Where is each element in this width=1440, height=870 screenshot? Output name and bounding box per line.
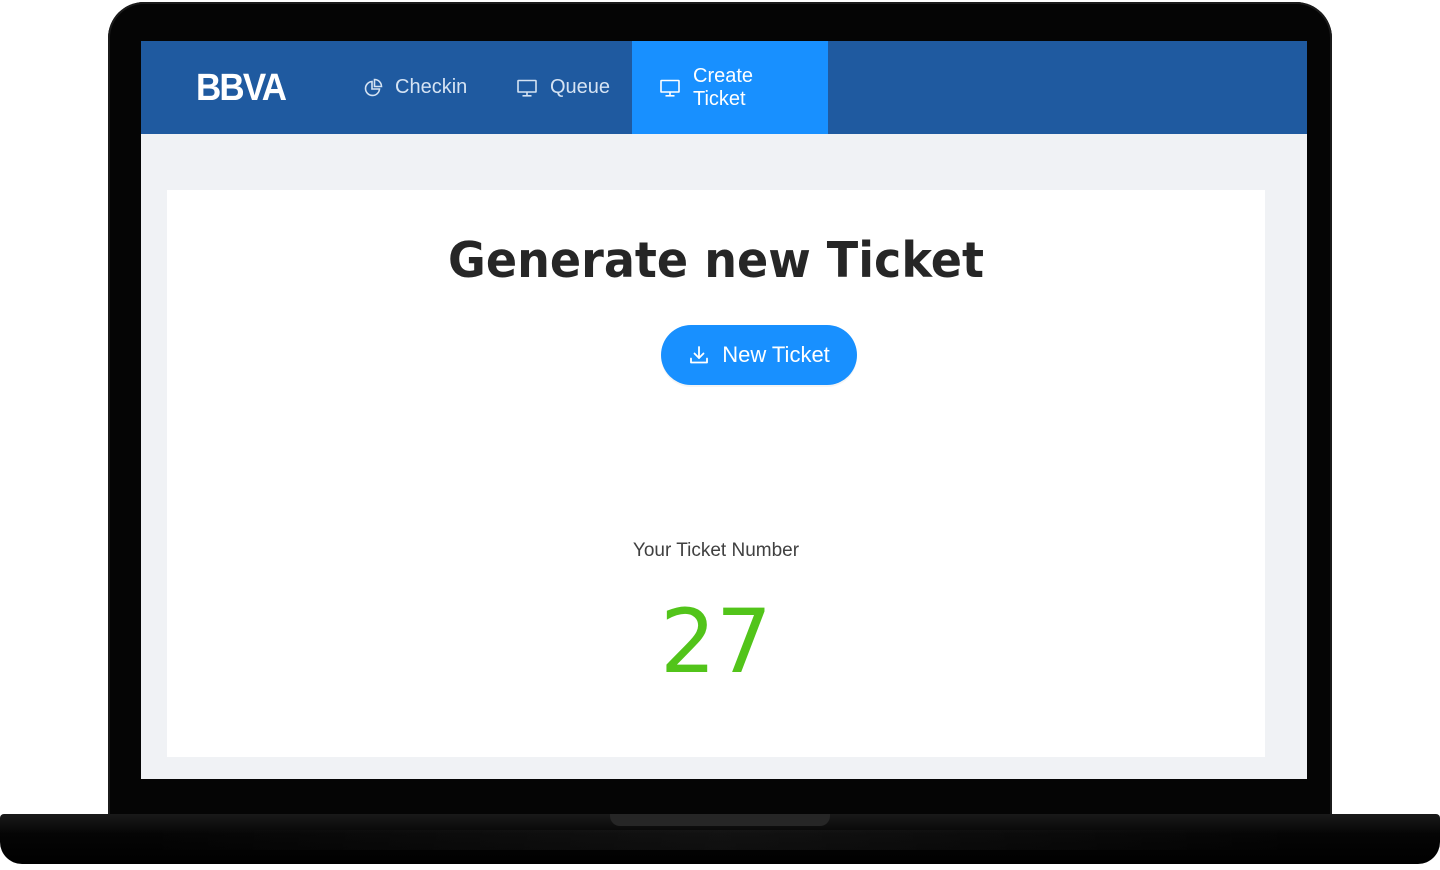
- ticket-card: Generate new Ticket New Ticket Your Tick…: [167, 190, 1265, 757]
- bbva-logo: BBVA: [196, 67, 287, 109]
- laptop-frame: BBVA Checkin Queue Create Ticket Generat…: [108, 2, 1332, 822]
- top-navigation-bar: BBVA Checkin Queue Create Ticket: [141, 41, 1307, 134]
- new-ticket-button[interactable]: New Ticket: [661, 325, 857, 385]
- laptop-base-sheen: [140, 830, 1300, 850]
- ticket-number-label: Your Ticket Number: [632, 540, 800, 561]
- nav-item-label: Create Ticket: [693, 64, 754, 110]
- desktop-icon: [516, 78, 538, 98]
- nav-item-checkin[interactable]: Checkin: [336, 41, 494, 134]
- new-ticket-button-label: New Ticket: [722, 342, 830, 367]
- app-screen: BBVA Checkin Queue Create Ticket Generat…: [141, 41, 1307, 779]
- download-icon: [688, 344, 710, 366]
- pie-chart-icon: [363, 78, 383, 98]
- laptop-base-notch: [610, 814, 830, 826]
- laptop-base: [0, 814, 1440, 864]
- ticket-number-value: 27: [660, 590, 772, 693]
- desktop-icon: [659, 78, 681, 98]
- nav-item-create-ticket[interactable]: Create Ticket: [632, 41, 828, 134]
- nav-item-label: Queue: [550, 76, 611, 98]
- nav-item-queue[interactable]: Queue: [489, 41, 637, 134]
- nav-item-label: Checkin: [395, 76, 468, 98]
- page-title: Generate new Ticket: [448, 232, 984, 289]
